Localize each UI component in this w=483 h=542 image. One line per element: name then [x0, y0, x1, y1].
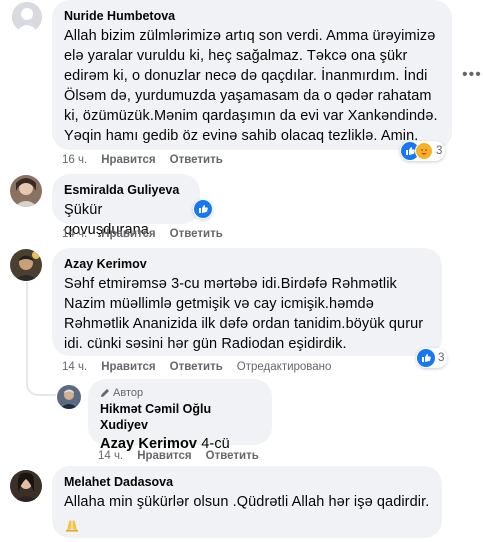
reaction-count: 3: [438, 352, 445, 364]
avatar[interactable]: [10, 470, 42, 502]
author-badge: Автор: [100, 387, 260, 399]
pencil-icon: [101, 389, 109, 397]
like-reaction-icon: [194, 200, 212, 218]
comment-actions: 14 ч. Нравится Ответить Отредактировано: [62, 361, 331, 373]
praying-hands-icon: [66, 520, 78, 532]
comment-text: Allaha min şükürlər olsun .Qüdrətli Alla…: [64, 494, 430, 510]
emoji-row: [64, 516, 430, 537]
comment-bubble: Melahet Dadasova Allaha min şükürlər ols…: [52, 466, 442, 538]
like-button[interactable]: Нравится: [101, 361, 155, 373]
like-reaction-icon: [417, 349, 435, 367]
comment-author[interactable]: Esmiralda Guliyeva: [64, 182, 188, 198]
profile-photo-icon: [10, 249, 42, 281]
comment-actions: 14 ч. Нравится Ответить: [98, 450, 259, 462]
comment-bubble: Nuride Humbetova Allah bizim zülmlərimiz…: [52, 0, 452, 150]
comment-bubble: Esmiralda Guliyeva Şükür qovuşdurana: [52, 174, 200, 238]
thread-connector: [26, 282, 56, 396]
comment-text: Səhf etmirəmsə 3-cu mərtəbə idi.Birdəfə …: [64, 276, 424, 352]
reaction-summary[interactable]: [193, 199, 213, 219]
reply-button[interactable]: Ответить: [170, 154, 223, 166]
comment-time[interactable]: 14 ч.: [98, 450, 123, 462]
comment-author[interactable]: Hikmət Cəmil Oğlu Xudiyev: [100, 401, 260, 433]
comment-text: Allah bizim zülmlərimizə artıq son verdi…: [64, 28, 438, 144]
reply-button[interactable]: Ответить: [170, 228, 223, 240]
comment-time[interactable]: 14 ч.: [62, 228, 87, 240]
comment-time[interactable]: 14 ч.: [62, 361, 87, 373]
profile-photo-icon: [10, 175, 42, 207]
profile-photo-icon: [57, 385, 81, 409]
like-button[interactable]: Нравится: [101, 228, 155, 240]
avatar[interactable]: [10, 175, 42, 207]
comment-bubble: Azay Kerimov Səhf etmirəmsə 3-cu mərtəbə…: [52, 248, 442, 356]
care-reaction-icon: [415, 142, 433, 160]
reaction-summary[interactable]: 3: [400, 141, 446, 161]
like-button[interactable]: Нравится: [137, 450, 191, 462]
avatar[interactable]: [12, 2, 42, 32]
reply-bubble: Автор Hikmət Cəmil Oğlu Xudiyev Azay Ker…: [88, 379, 272, 452]
reaction-count: 3: [436, 145, 443, 157]
avatar[interactable]: [10, 249, 42, 281]
reaction-summary[interactable]: 3: [416, 348, 448, 368]
like-button[interactable]: Нравится: [101, 154, 155, 166]
comment-actions: 14 ч. Нравится Ответить: [62, 228, 223, 240]
comment-time[interactable]: 16 ч.: [62, 154, 87, 166]
comment-author[interactable]: Nuride Humbetova: [64, 8, 440, 24]
reply-button[interactable]: Ответить: [206, 450, 259, 462]
avatar[interactable]: [57, 385, 81, 409]
default-avatar-icon: [12, 2, 42, 32]
comment-actions: 16 ч. Нравится Ответить: [62, 154, 223, 166]
comment-author[interactable]: Melahet Dadasova: [64, 474, 430, 490]
more-options-icon[interactable]: •••: [462, 66, 482, 84]
comment-author[interactable]: Azay Kerimov: [64, 256, 430, 272]
edited-label: Отредактировано: [236, 361, 332, 373]
author-badge-label: Автор: [113, 387, 144, 399]
profile-photo-icon: [10, 470, 42, 502]
reply-button[interactable]: Ответить: [170, 361, 223, 373]
